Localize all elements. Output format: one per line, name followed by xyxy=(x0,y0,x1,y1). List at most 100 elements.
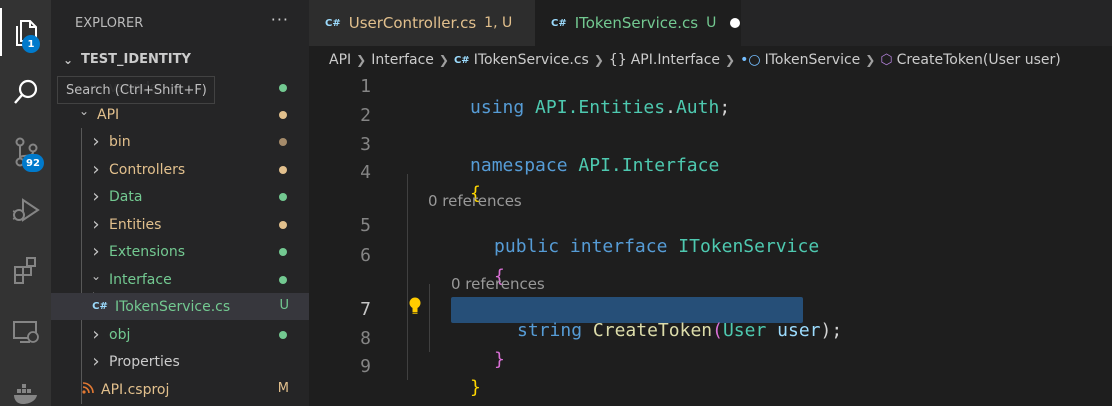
tree-item-properties[interactable]: › Properties xyxy=(51,348,309,375)
chevron-down-icon: ⌄ xyxy=(78,103,90,118)
run-debug-icon xyxy=(12,198,40,222)
more-actions-icon[interactable]: ··· xyxy=(271,10,289,29)
codelens-references[interactable]: 0 references xyxy=(451,275,545,293)
remote-explorer-icon xyxy=(12,321,39,343)
rss-file-icon xyxy=(81,382,95,397)
vscode-window: 1 92 EXPLORER ··· ⌄ TEST_IDENTITY ⌄ API … xyxy=(0,0,1112,406)
source-control-activity-button[interactable]: 92 xyxy=(0,128,51,176)
breadcrumb-item[interactable]: Interface xyxy=(371,52,434,68)
line-number: 2 xyxy=(360,105,371,126)
namespace-token: Interface xyxy=(621,155,720,176)
run-debug-activity-button[interactable] xyxy=(0,186,51,234)
chevron-right-icon: › xyxy=(92,324,100,345)
tree-item-itokenservice-cs[interactable]: C# ITokenService.cs U xyxy=(51,293,309,320)
punctuation: ; xyxy=(719,97,731,118)
tree-item-label: API xyxy=(97,106,120,123)
namespace-token: Entities xyxy=(578,97,666,118)
keyword: using xyxy=(470,97,525,118)
breadcrumb-item[interactable]: ITokenService xyxy=(765,52,861,68)
brace: } xyxy=(470,377,481,398)
tab-itokenservice[interactable]: C# ITokenService.cs U xyxy=(535,0,741,46)
tree-item-data[interactable]: › Data xyxy=(51,183,309,210)
tree-item-label: Controllers xyxy=(109,161,186,178)
tree-item-api[interactable]: ⌄ API xyxy=(51,101,309,128)
explorer-badge: 1 xyxy=(22,35,40,53)
namespace-icon: {} xyxy=(608,52,627,68)
chevron-right-icon: ❯ xyxy=(725,53,736,67)
explorer-activity-button[interactable]: 1 xyxy=(0,8,51,56)
tree-item-label: API.csproj xyxy=(101,381,170,398)
editor-tabs: C# UserController.cs 1, U C# ITokenServi… xyxy=(309,0,1112,46)
tab-usercontroller[interactable]: C# UserController.cs 1, U xyxy=(309,0,535,46)
namespace-token: Auth xyxy=(675,97,720,118)
tree-item-obj[interactable]: › obj xyxy=(51,321,309,348)
search-icon xyxy=(13,79,37,104)
breadcrumb-item[interactable]: ITokenService.cs xyxy=(474,52,589,68)
tree-item-entities[interactable]: › Entities xyxy=(51,211,309,238)
extensions-icon xyxy=(13,257,36,284)
extensions-activity-button[interactable] xyxy=(0,246,51,294)
breadcrumb: API ❯ Interface ❯ C# ITokenService.cs ❯ … xyxy=(309,46,1112,74)
git-status-dot-icon xyxy=(279,193,287,201)
git-status-dot-icon xyxy=(279,331,287,339)
method-icon: ⬡ xyxy=(880,52,893,68)
chevron-down-icon: ⌄ xyxy=(90,268,102,283)
tree-item-extensions[interactable]: › Extensions xyxy=(51,238,309,265)
chevron-right-icon: ❯ xyxy=(438,53,449,67)
code-line[interactable]: } xyxy=(405,356,481,406)
git-status-dot-icon xyxy=(279,276,287,284)
line-number: 7 xyxy=(360,299,371,320)
git-status-dot-icon xyxy=(279,248,287,256)
breadcrumb-item[interactable]: CreateToken(User user) xyxy=(897,52,1061,68)
interface-icon: •○ xyxy=(740,52,761,68)
chevron-down-icon: ⌄ xyxy=(62,52,74,67)
git-status-dot-icon xyxy=(279,166,287,174)
code-line[interactable]: string CreateToken(User user); xyxy=(452,299,842,362)
chevron-right-icon: › xyxy=(92,214,100,235)
chevron-right-icon: › xyxy=(92,186,100,207)
lightbulb-icon[interactable] xyxy=(407,296,423,316)
docker-activity-button[interactable] xyxy=(0,368,51,406)
git-status-dot-icon xyxy=(279,111,287,119)
chevron-right-icon: › xyxy=(92,131,100,152)
tree-item-label: Data xyxy=(109,188,143,205)
type-name: User xyxy=(722,320,767,341)
punctuation: ); xyxy=(820,320,843,341)
workspace-root-label: TEST_IDENTITY xyxy=(81,52,191,67)
tab-label: ITokenService.cs xyxy=(574,14,699,32)
line-number: 8 xyxy=(360,328,371,349)
tree-item-bin[interactable]: › bin xyxy=(51,128,309,155)
namespace-token: API. xyxy=(567,155,622,176)
tree-item-controllers[interactable]: › Controllers xyxy=(51,156,309,183)
tree-item-interface[interactable]: ⌄ Interface xyxy=(51,266,309,293)
tree-item-label: Extensions xyxy=(109,243,186,260)
tree-item-api-csproj[interactable]: API.csproj M xyxy=(51,376,309,403)
docker-icon xyxy=(13,384,37,404)
namespace-token: API. xyxy=(524,97,579,118)
search-activity-button[interactable] xyxy=(0,68,51,116)
tree-item-label: Entities xyxy=(109,216,162,233)
chevron-right-icon: ❯ xyxy=(356,53,367,67)
scm-badge: 92 xyxy=(22,154,44,172)
line-number: 5 xyxy=(360,215,371,236)
breadcrumb-item[interactable]: API.Interface xyxy=(631,52,720,68)
chevron-right-icon: › xyxy=(92,241,100,262)
code-line[interactable]: using API.Entities.Auth; xyxy=(405,76,730,139)
breadcrumb-item[interactable]: API xyxy=(329,52,351,68)
codelens-references[interactable]: 0 references xyxy=(428,192,522,210)
code-editor[interactable]: 1 2 3 4 5 6 7 8 9 using API.Entities.Aut… xyxy=(309,74,1112,406)
line-number: 6 xyxy=(360,245,371,266)
remote-explorer-activity-button[interactable] xyxy=(0,308,51,356)
chevron-right-icon: ❯ xyxy=(593,53,604,67)
search-tooltip: Search (Ctrl+Shift+F) xyxy=(57,76,215,104)
method-name: CreateToken xyxy=(592,320,713,341)
line-number: 4 xyxy=(360,162,371,183)
workspace-root[interactable]: ⌄ TEST_IDENTITY xyxy=(51,46,309,73)
csharp-file-icon: C# xyxy=(453,54,470,66)
line-number: 9 xyxy=(360,356,371,377)
unsaved-dot-icon[interactable] xyxy=(730,18,741,28)
line-number: 1 xyxy=(360,76,371,97)
tree-item-label: Interface xyxy=(109,271,172,288)
